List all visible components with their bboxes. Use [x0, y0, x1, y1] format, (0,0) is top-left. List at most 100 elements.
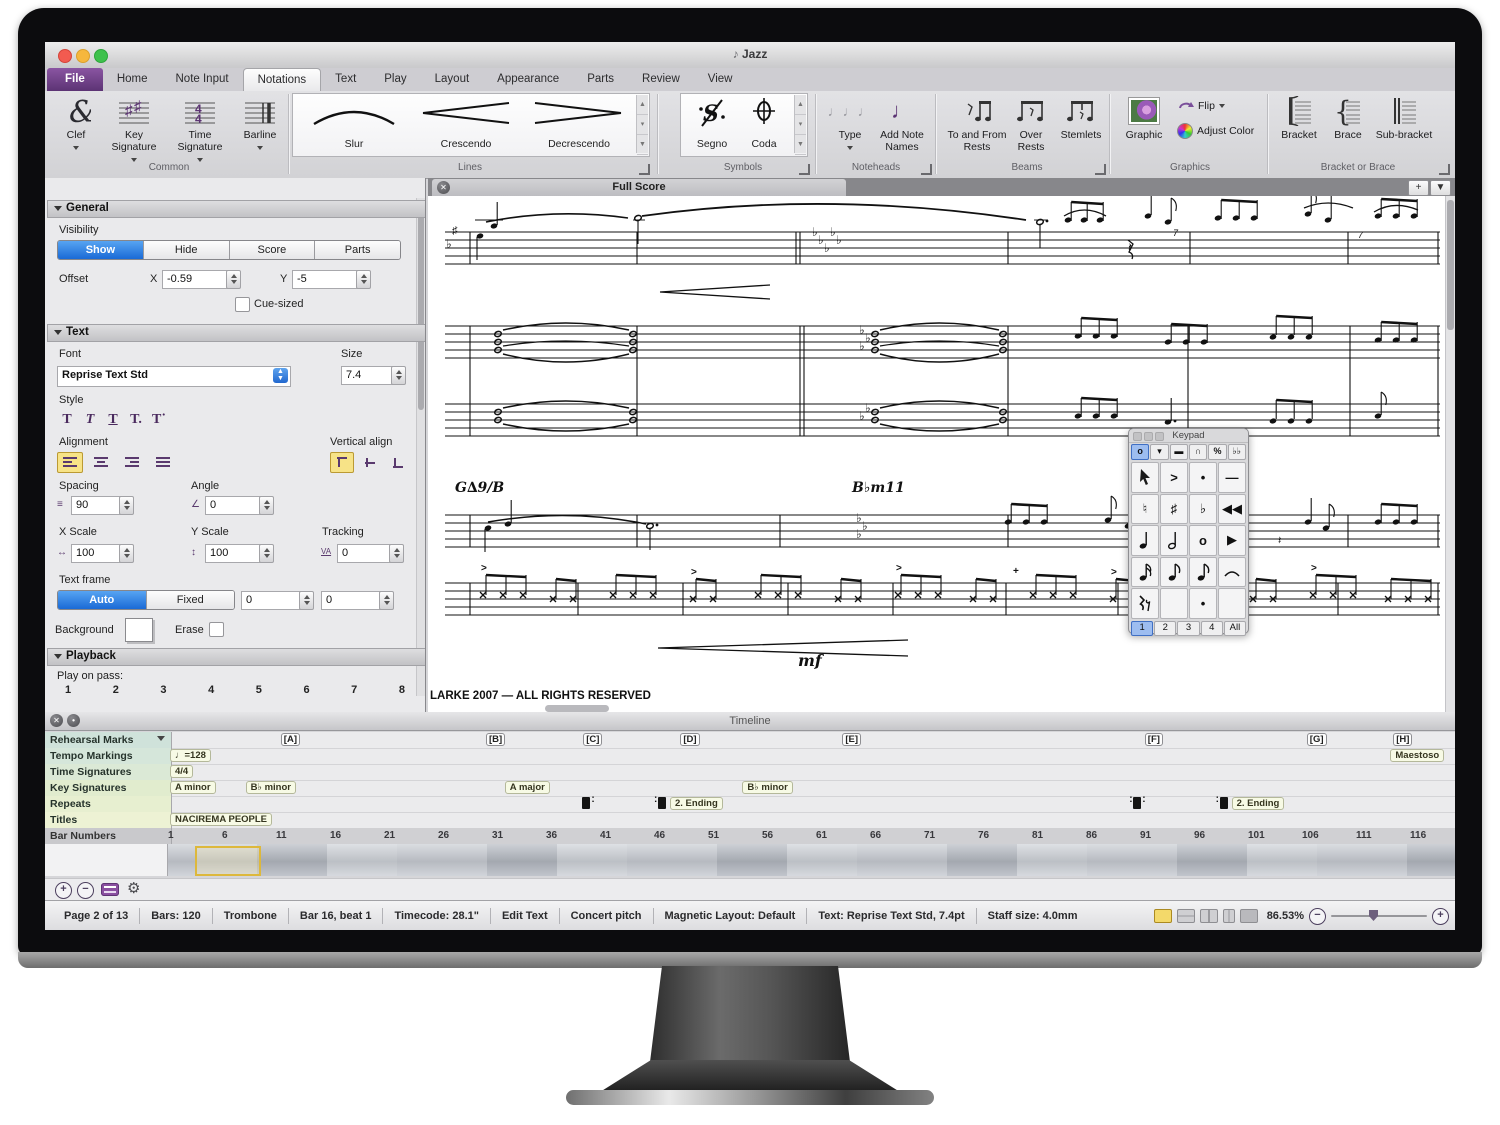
bar-number[interactable]: 26: [438, 830, 449, 841]
tab-review[interactable]: Review: [628, 68, 694, 91]
valign-top-button[interactable]: [330, 452, 354, 473]
keypad-cell-natural[interactable]: ♮: [1131, 494, 1159, 525]
tab-note-input[interactable]: Note Input: [162, 68, 243, 91]
score-canvas[interactable]: ♯♭𝄽♭♭♭♭♭77♭♭♭♭♭G∆9/BB♭m11♭♭♭7𝄽>>>>>+mfLA…: [428, 196, 1445, 712]
keypad-window-button[interactable]: [1144, 432, 1153, 441]
keypad-cell-sharp[interactable]: ♯: [1160, 494, 1188, 525]
keypad-cell-flat[interactable]: ♭: [1189, 494, 1217, 525]
section-playback[interactable]: Playback: [47, 648, 426, 666]
tempo-marking[interactable]: ♩=128: [170, 749, 211, 762]
keypad-cell-tie[interactable]: [1218, 557, 1246, 588]
timeline-lane-tempo[interactable]: ♩=128Maestoso: [167, 748, 1455, 764]
bar-number[interactable]: 106: [1302, 830, 1319, 841]
keypad-page-2[interactable]: 2: [1154, 621, 1176, 636]
bar-number[interactable]: 16: [330, 830, 341, 841]
angle-stepper[interactable]: [259, 496, 274, 515]
rehearsal-mark[interactable]: [D]: [680, 733, 699, 746]
bar-number[interactable]: 91: [1140, 830, 1151, 841]
time-signature-button[interactable]: 44 Time Signature: [169, 93, 231, 165]
tab-menu-button[interactable]: ▼: [1430, 180, 1451, 196]
rehearsal-mark[interactable]: [B]: [486, 733, 505, 746]
keypad-cell-play[interactable]: ▶: [1218, 525, 1246, 556]
spacing-field[interactable]: 90: [71, 496, 123, 515]
timeline-lane-titles[interactable]: NACIREMA PEOPLE: [167, 812, 1455, 828]
bar-number[interactable]: 71: [924, 830, 935, 841]
timeline-overview-strip[interactable]: [167, 844, 1455, 876]
keypad-cell-pointer[interactable]: [1131, 462, 1159, 493]
status-segment[interactable]: Bar 16, beat 1: [289, 910, 383, 922]
bar-number[interactable]: 101: [1248, 830, 1265, 841]
lines-dialog-launcher[interactable]: [639, 164, 650, 175]
slur-item[interactable]: Slur: [303, 96, 405, 152]
status-segment[interactable]: Bars: 120: [140, 910, 212, 922]
rehearsal-mark[interactable]: [C]: [583, 733, 602, 746]
tracking-field[interactable]: 0: [337, 544, 393, 563]
keypad-page-1[interactable]: 1: [1131, 621, 1153, 636]
timeline-lane-keysig[interactable]: A minorB♭ minorA majorB♭ minor: [167, 780, 1455, 796]
rehearsal-mark[interactable]: [F]: [1145, 733, 1163, 746]
status-segment[interactable]: Timecode: 28.1": [383, 910, 490, 922]
key-signature-button[interactable]: ♯♯ Key Signature: [103, 93, 165, 165]
tab-play[interactable]: Play: [370, 68, 420, 91]
score-scrollbar[interactable]: [1445, 196, 1455, 712]
bar-number[interactable]: 21: [384, 830, 395, 841]
size-stepper[interactable]: [391, 366, 406, 385]
valign-bottom-button[interactable]: [386, 452, 410, 473]
timeline-lane-bars[interactable]: 1611162126313641465156616671768186919610…: [167, 828, 1455, 844]
rehearsal-mark[interactable]: [H]: [1393, 733, 1412, 746]
row-filter-caret[interactable]: [157, 736, 165, 741]
bar-number[interactable]: 11: [276, 830, 287, 841]
size-field[interactable]: 7.4: [341, 366, 395, 385]
brace-button[interactable]: { Brace: [1327, 93, 1369, 141]
bar-number[interactable]: 46: [654, 830, 665, 841]
style-underline-button[interactable]: T: [103, 410, 123, 430]
keypad-layout-tab[interactable]: ∩: [1189, 444, 1207, 460]
pass-number[interactable]: 5: [256, 684, 262, 696]
keypad-cell-sixteenth-note[interactable]: [1131, 557, 1159, 588]
style-bold-button[interactable]: T: [57, 410, 77, 430]
style-superscript-button[interactable]: T˙: [149, 410, 169, 430]
keypad-cell-blank-1[interactable]: [1160, 588, 1188, 619]
notehead-type-button[interactable]: ♩♩♩ Type: [827, 93, 873, 153]
barline-button[interactable]: Barline: [235, 93, 285, 153]
bar-number[interactable]: 76: [978, 830, 989, 841]
crescendo-item[interactable]: Crescendo: [411, 96, 521, 152]
keypad-window-button[interactable]: [1155, 432, 1164, 441]
keypad-layout-tab[interactable]: ▬: [1170, 444, 1188, 460]
zoom-slider[interactable]: [1331, 915, 1427, 917]
font-select[interactable]: Reprise Text Std ▲▼: [57, 366, 291, 387]
symbols-dialog-launcher[interactable]: [799, 164, 810, 175]
repeat-marker[interactable]: [582, 797, 590, 809]
visibility-score[interactable]: Score: [230, 241, 316, 259]
visibility-parts[interactable]: Parts: [315, 241, 400, 259]
bar-number[interactable]: 66: [870, 830, 881, 841]
section-general[interactable]: General: [47, 200, 426, 218]
add-note-names-button[interactable]: ♩ Add Note Names: [873, 93, 931, 153]
tab-parts[interactable]: Parts: [573, 68, 628, 91]
key-signature[interactable]: B♭ minor: [742, 781, 792, 794]
keypad-cell-rests[interactable]: [1131, 588, 1159, 619]
erase-checkbox[interactable]: [209, 622, 224, 637]
valign-middle-button[interactable]: [358, 452, 382, 473]
offset-x-stepper[interactable]: [226, 270, 241, 289]
decrescendo-item[interactable]: Decrescendo: [525, 96, 633, 152]
offset-x-field[interactable]: -0.59: [162, 270, 228, 289]
pass-number[interactable]: 7: [351, 684, 357, 696]
style-subscript-button[interactable]: T.: [126, 410, 146, 430]
keypad-page-All[interactable]: All: [1224, 621, 1246, 636]
bar-number[interactable]: 111: [1356, 830, 1372, 841]
keypad-cell-accent[interactable]: >: [1160, 462, 1188, 493]
background-swatch[interactable]: [125, 618, 153, 642]
align-justify-button[interactable]: [150, 452, 176, 473]
tab-close-button[interactable]: ✕: [437, 181, 450, 194]
bar-number[interactable]: 6: [222, 830, 228, 841]
bar-number[interactable]: 81: [1032, 830, 1043, 841]
noteheads-dialog-launcher[interactable]: [921, 164, 932, 175]
tab-text[interactable]: Text: [321, 68, 370, 91]
coda-item[interactable]: Coda: [739, 96, 789, 152]
timeline-zoom-in-button[interactable]: +: [55, 882, 72, 899]
rehearsal-mark[interactable]: [A]: [281, 733, 300, 746]
timeline-settings-gear[interactable]: ⚙: [127, 879, 140, 897]
tab-layout[interactable]: Layout: [421, 68, 484, 91]
y-scale-stepper[interactable]: [259, 544, 274, 563]
